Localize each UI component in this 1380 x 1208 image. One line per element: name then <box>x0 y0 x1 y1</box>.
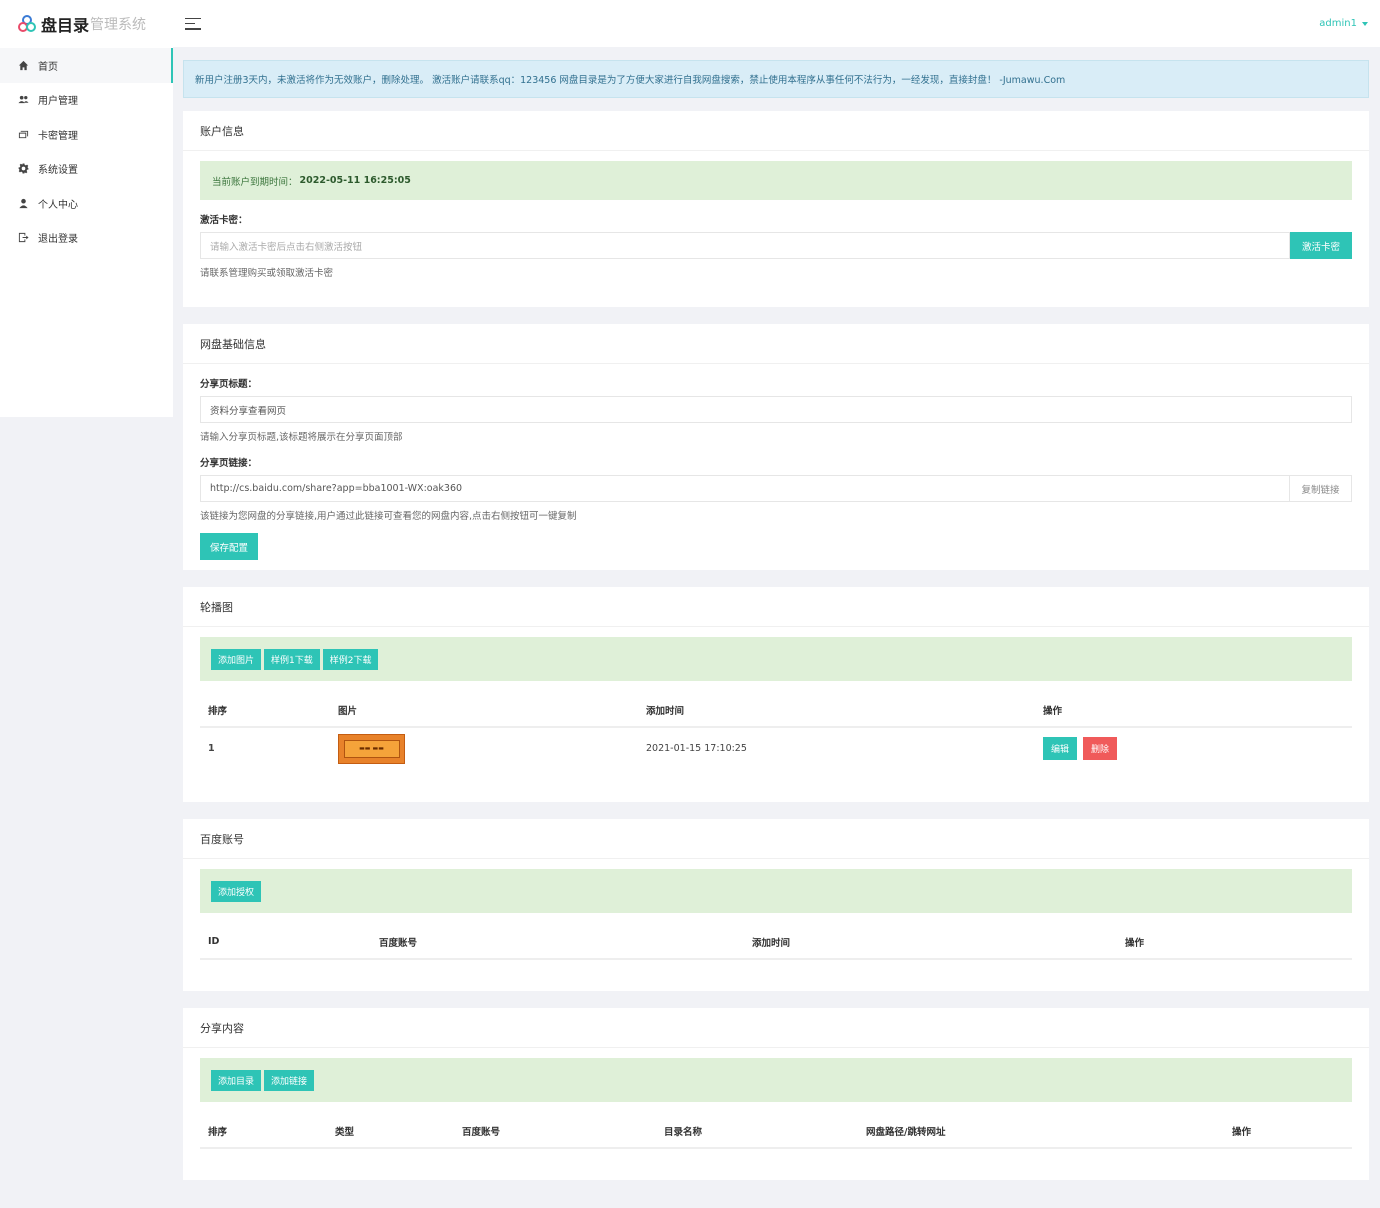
sidebar-item-profile[interactable]: 个人中心 <box>0 186 173 221</box>
carousel-table: 排序 图片 添加时间 操作 1 ▬▬ ▬▬ 2021-01-15 17:10:2… <box>200 693 1352 769</box>
column-header: 添加时间 <box>744 925 1117 960</box>
expiry-label: 当前账户到期时间： <box>212 176 298 188</box>
share-content-card: 分享内容 添加目录 添加链接 排序 类型 百度账号 目录名称 网盘路径/跳转网址… <box>183 1008 1369 1180</box>
expiry-alert: 当前账户到期时间： 2022-05-11 16:25:05 <box>200 161 1352 200</box>
sidebar-item-users[interactable]: 用户管理 <box>0 83 173 118</box>
card-title: 百度账号 <box>183 819 1369 859</box>
sample1-download-button[interactable]: 样例1下载 <box>264 648 320 670</box>
sidebar-item-cards[interactable]: 卡密管理 <box>0 117 173 152</box>
actions-cell: 编辑 删除 <box>1035 727 1352 769</box>
carousel-card: 轮播图 添加图片 样例1下载 样例2下载 排序 图片 添加时间 操作 1 ▬▬ … <box>183 587 1369 802</box>
column-header: 排序 <box>200 1114 327 1149</box>
notice-banner: 新用户注册3天内，未激活将作为无效账户，删除处理。 激活账户请联系qq：1234… <box>183 60 1369 98</box>
sidebar-item-home[interactable]: 首页 <box>0 48 173 83</box>
copy-link-button[interactable]: 复制链接 <box>1290 475 1352 502</box>
share-content-toolbar: 添加目录 添加链接 <box>200 1058 1352 1102</box>
cards-icon <box>17 128 29 140</box>
chevron-down-icon <box>1362 21 1368 26</box>
sidebar-item-label: 用户管理 <box>38 96 78 108</box>
baidu-table: ID 百度账号 添加时间 操作 <box>200 925 1352 960</box>
username: admin1 <box>1319 18 1357 29</box>
image-cell: ▬▬ ▬▬ <box>330 727 638 769</box>
column-header: 类型 <box>327 1114 454 1149</box>
sidebar-item-label: 个人中心 <box>38 199 78 211</box>
column-header: 百度账号 <box>454 1114 656 1149</box>
disk-info-card: 网盘基础信息 分享页标题： 资料分享查看网页 请输入分享页标题,该标题将展示在分… <box>183 324 1369 570</box>
column-header: 目录名称 <box>656 1114 858 1149</box>
brand-subtitle: 管理系统 <box>90 17 147 33</box>
card-title: 账户信息 <box>183 111 1369 151</box>
column-header: 排序 <box>200 693 330 728</box>
column-header: 图片 <box>330 693 638 728</box>
save-config-button[interactable]: 保存配置 <box>200 533 259 560</box>
column-header: 百度账号 <box>371 925 744 960</box>
main-content: 新用户注册3天内，未激活将作为无效账户，删除处理。 激活账户请联系qq：1234… <box>183 60 1369 1197</box>
share-content-table: 排序 类型 百度账号 目录名称 网盘路径/跳转网址 操作 <box>200 1114 1352 1149</box>
logo[interactable]: 盘目录 管理系统 <box>0 0 173 48</box>
sidebar-item-settings[interactable]: 系统设置 <box>0 152 173 187</box>
brand-name: 盘目录 <box>41 16 90 35</box>
add-link-button[interactable]: 添加链接 <box>264 1069 315 1091</box>
column-header: 操作 <box>1224 1114 1352 1149</box>
table-row: 1 ▬▬ ▬▬ 2021-01-15 17:10:25 编辑 删除 <box>200 727 1352 769</box>
column-header: 添加时间 <box>638 693 1035 728</box>
person-icon <box>17 197 29 209</box>
sidebar-item-label: 卡密管理 <box>38 130 78 142</box>
top-bar: admin1 <box>173 0 1380 47</box>
logo-icon <box>18 15 36 32</box>
sidebar-item-logout[interactable]: 退出登录 <box>0 221 173 256</box>
order-cell: 1 <box>208 743 215 754</box>
card-key-help: 请联系管理购买或领取激活卡密 <box>200 268 334 279</box>
sidebar: 盘目录 管理系统 首页 用户管理 卡密管理 系统设置 个人中心 退出登录 <box>0 0 173 417</box>
sidebar-item-label: 退出登录 <box>38 234 78 246</box>
expiry-value: 2022-05-11 16:25:05 <box>299 175 411 186</box>
card-key-input[interactable]: 请输入激活卡密后点击右侧激活按钮 <box>200 232 1290 259</box>
home-icon <box>17 59 29 71</box>
share-link-label: 分享页链接： <box>200 458 258 469</box>
baidu-account-card: 百度账号 添加授权 ID 百度账号 添加时间 操作 <box>183 819 1369 991</box>
menu-toggle-icon[interactable] <box>185 17 201 31</box>
gear-icon <box>17 163 29 175</box>
card-title: 轮播图 <box>183 587 1369 627</box>
card-title: 分享内容 <box>183 1008 1369 1048</box>
carousel-toolbar: 添加图片 样例1下载 样例2下载 <box>200 637 1352 681</box>
share-title-input[interactable]: 资料分享查看网页 <box>200 396 1352 423</box>
edit-button[interactable]: 编辑 <box>1043 737 1078 760</box>
column-header: 网盘路径/跳转网址 <box>858 1114 1224 1149</box>
share-title-help: 请输入分享页标题,该标题将展示在分享页面顶部 <box>200 432 403 443</box>
activate-card-button[interactable]: 激活卡密 <box>1290 232 1352 259</box>
time-cell: 2021-01-15 17:10:25 <box>646 743 747 754</box>
share-title-label: 分享页标题： <box>200 379 258 390</box>
delete-button[interactable]: 删除 <box>1083 737 1118 760</box>
sample2-download-button[interactable]: 样例2下载 <box>322 648 379 670</box>
logout-icon <box>17 232 29 244</box>
baidu-toolbar: 添加授权 <box>200 869 1352 913</box>
column-header: 操作 <box>1117 925 1352 960</box>
column-header: ID <box>200 925 371 960</box>
user-menu[interactable]: admin1 <box>1319 18 1368 29</box>
carousel-image-thumbnail: ▬▬ ▬▬ <box>338 733 405 764</box>
users-icon <box>17 94 29 106</box>
add-authorization-button[interactable]: 添加授权 <box>211 880 262 902</box>
sidebar-item-label: 首页 <box>38 61 58 73</box>
share-link-input[interactable]: http://cs.baidu.com/share?app=bba1001-WX… <box>200 475 1290 502</box>
add-image-button[interactable]: 添加图片 <box>211 648 262 670</box>
card-title: 网盘基础信息 <box>183 324 1369 364</box>
card-key-label: 激活卡密： <box>200 215 248 226</box>
share-link-help: 该链接为您网盘的分享链接,用户通过此链接可查看您的网盘内容,点击右侧按钮可一键复… <box>200 511 577 522</box>
account-card: 账户信息 当前账户到期时间： 2022-05-11 16:25:05 激活卡密：… <box>183 111 1369 307</box>
sidebar-item-label: 系统设置 <box>38 165 78 177</box>
add-directory-button[interactable]: 添加目录 <box>211 1069 262 1091</box>
column-header: 操作 <box>1035 693 1352 728</box>
